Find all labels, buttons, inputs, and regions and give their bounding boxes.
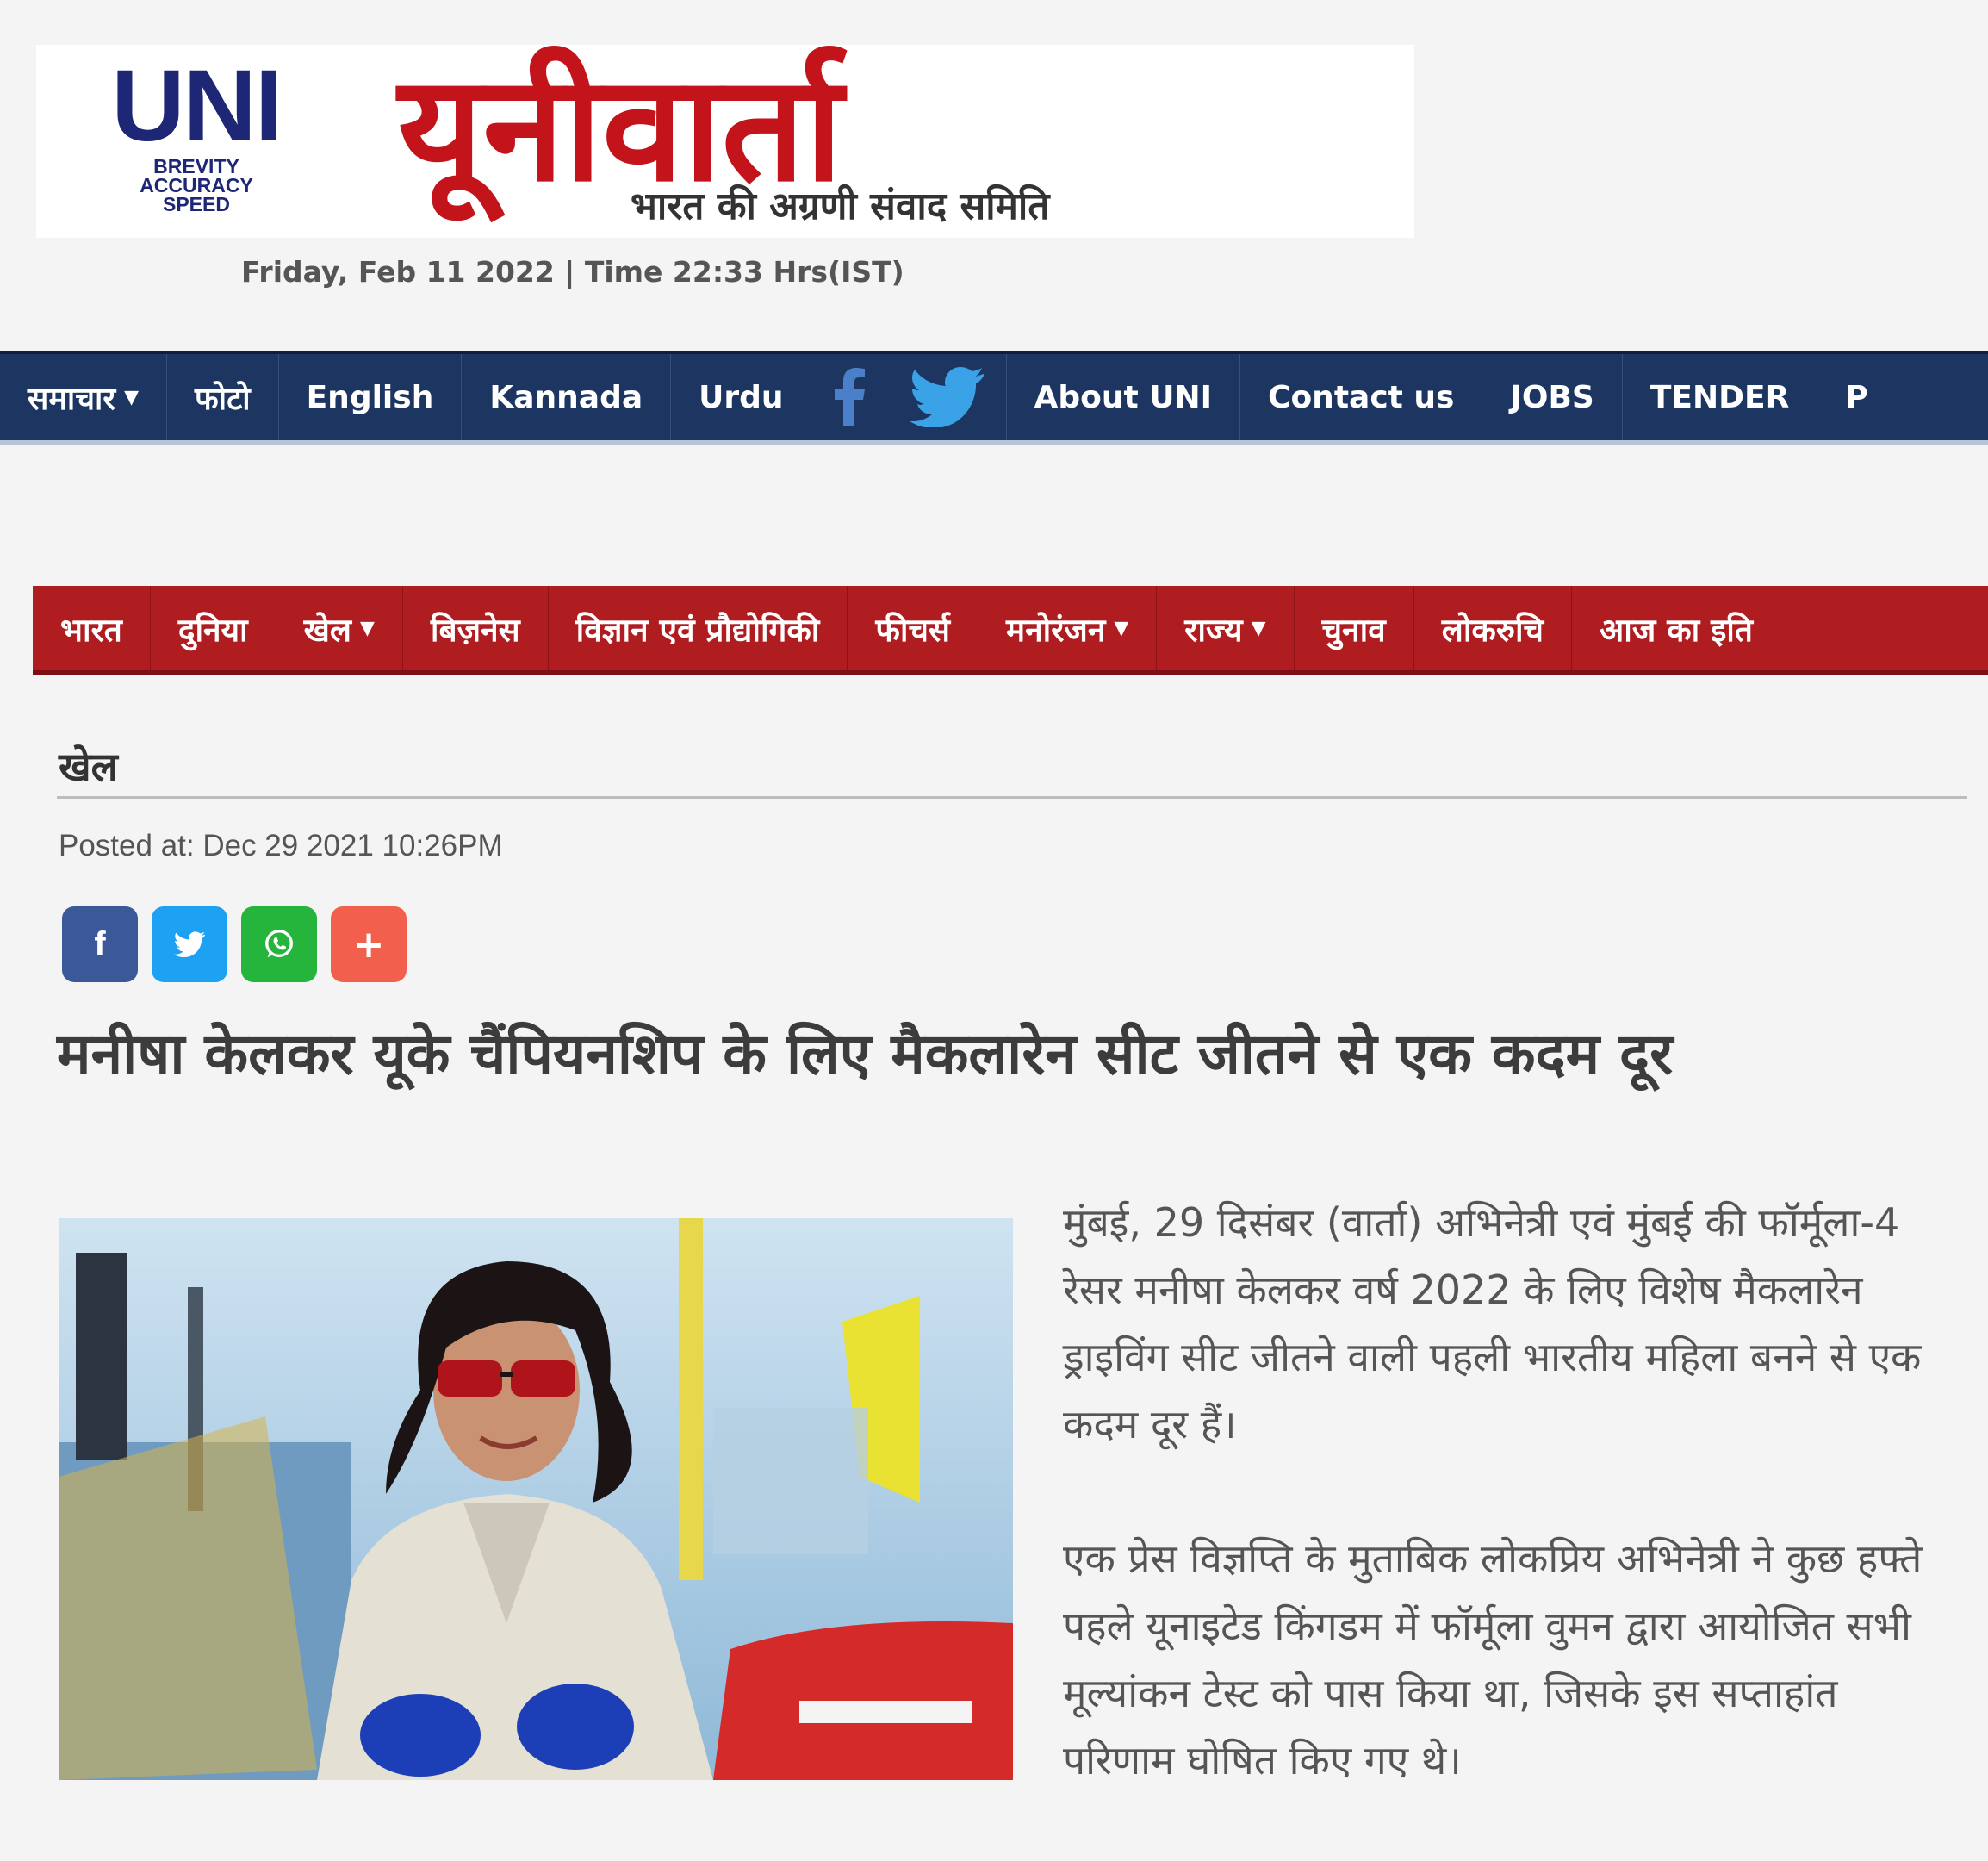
category-item-duniya[interactable]: दुनिया xyxy=(151,586,276,670)
category-item-manoranjan[interactable]: मनोरंजन ▼ xyxy=(978,586,1158,670)
facebook-icon[interactable] xyxy=(811,354,887,440)
article-paragraph: एक प्रेस विज्ञप्ति के मुताबिक लोकप्रिय अ… xyxy=(1063,1535,1923,1783)
category-item-khel[interactable]: खेल ▼ xyxy=(276,586,403,670)
chevron-down-icon: ▼ xyxy=(1251,617,1266,639)
posted-at: Posted at: Dec 29 2021 10:26PM xyxy=(59,829,503,862)
site-logo[interactable]: UNI BREVITY ACCURACY SPEED यूनीवार्ता भा… xyxy=(36,45,1414,238)
racer-photo-illustration xyxy=(59,1218,1013,1780)
uni-logo-mark: UNI BREVITY ACCURACY SPEED xyxy=(84,49,308,215)
topnav-item-about-uni[interactable]: About UNI xyxy=(1007,354,1241,440)
topnav-item-tender[interactable]: TENDER xyxy=(1623,354,1818,440)
topnav-item-photo[interactable]: फोटो xyxy=(167,354,279,440)
top-navigation: समाचार ▼ फोटो English Kannada Urdu About … xyxy=(0,351,1988,445)
whatsapp-icon xyxy=(265,930,293,958)
category-item-business[interactable]: बिज़नेस xyxy=(403,586,549,670)
chevron-down-icon: ▼ xyxy=(1114,617,1129,639)
category-item-lokruchi[interactable]: लोकरुचि xyxy=(1414,586,1573,670)
uni-logo-text: UNI xyxy=(111,49,283,163)
plus-icon: + xyxy=(352,922,385,967)
category-item-science-tech[interactable]: विज्ञान एवं प्रौद्योगिकी xyxy=(549,586,848,670)
category-item-features[interactable]: फीचर्स xyxy=(848,586,978,670)
topnav-item-samachar[interactable]: समाचार ▼ xyxy=(0,354,168,440)
article-headline: मनीषा केलकर यूके चैंपियनशिप के लिए मैकला… xyxy=(57,1021,1674,1087)
topnav-item-kannada[interactable]: Kannada xyxy=(462,354,672,440)
twitter-icon xyxy=(174,931,205,957)
article-photo xyxy=(59,1218,1013,1780)
topnav-item-truncated[interactable]: P xyxy=(1817,354,1895,440)
facebook-icon: f xyxy=(94,924,106,963)
share-whatsapp-button[interactable] xyxy=(241,906,317,982)
uni-logo-tagline: BREVITY ACCURACY SPEED xyxy=(140,155,253,215)
category-navigation: भारत दुनिया खेल ▼ बिज़नेस विज्ञान एवं प्र… xyxy=(33,586,1988,675)
share-buttons: f + xyxy=(62,906,407,982)
share-twitter-button[interactable] xyxy=(152,906,227,982)
current-datetime: Friday, Feb 11 2022 | Time 22:33 Hrs(IST… xyxy=(241,255,904,289)
topnav-item-contact-us[interactable]: Contact us xyxy=(1240,354,1483,440)
section-divider xyxy=(57,796,1967,799)
twitter-icon[interactable] xyxy=(887,354,1007,440)
category-item-chunav[interactable]: चुनाव xyxy=(1295,586,1414,670)
brand-tagline: भारत की अग्रणी संवाद समिति xyxy=(631,184,1050,228)
category-item-rajya[interactable]: राज्य ▼ xyxy=(1157,586,1295,670)
topnav-item-jobs[interactable]: JOBS xyxy=(1482,354,1623,440)
chevron-down-icon: ▼ xyxy=(124,386,140,408)
chevron-down-icon: ▼ xyxy=(360,617,375,639)
category-item-bharat[interactable]: भारत xyxy=(33,586,151,670)
article-body: मुंबई, 29 दिसंबर (वार्ता) अभिनेत्री एवं … xyxy=(1063,1189,1959,1861)
article-section-label: खेल xyxy=(59,744,118,790)
category-item-aaj-ka-itihas[interactable]: आज का इति xyxy=(1572,586,1780,670)
share-more-button[interactable]: + xyxy=(331,906,407,982)
topnav-item-urdu[interactable]: Urdu xyxy=(671,354,811,440)
topnav-item-english[interactable]: English xyxy=(279,354,463,440)
share-facebook-button[interactable]: f xyxy=(62,906,138,982)
article-paragraph: मुंबई, 29 दिसंबर (वार्ता) अभिनेत्री एवं … xyxy=(1063,1199,1922,1447)
